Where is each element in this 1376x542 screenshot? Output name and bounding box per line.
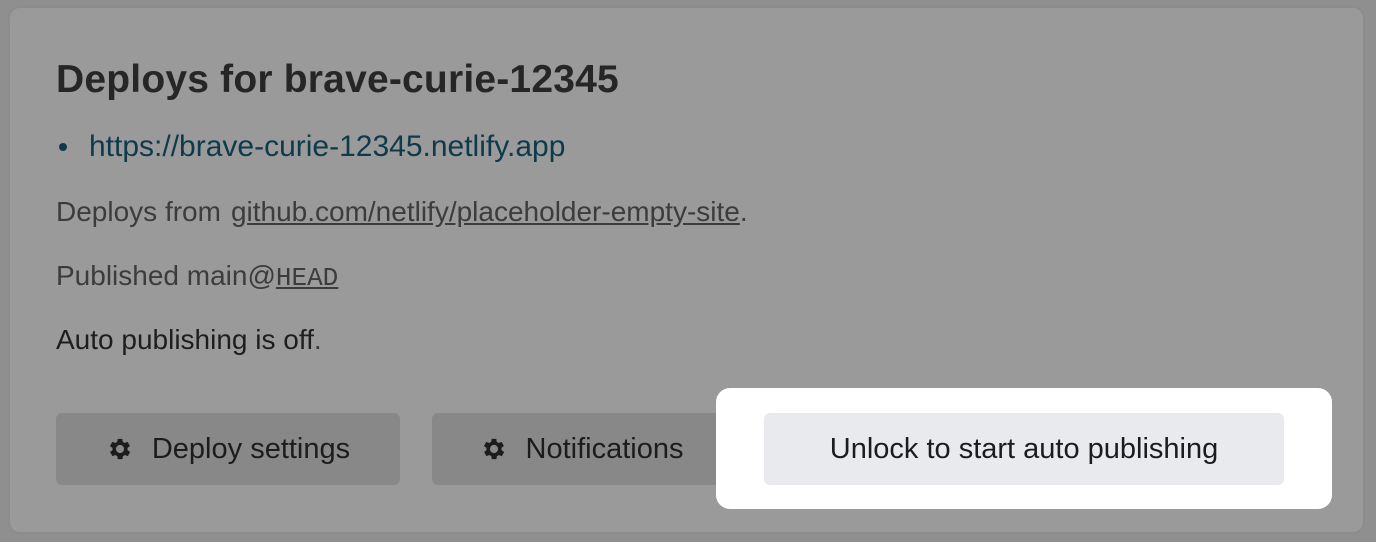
gear-icon — [109, 438, 131, 460]
page-title: Deploys for brave-curie-12345 — [56, 58, 619, 101]
site-url-link[interactable]: https://brave-curie-12345.netlify.app — [89, 130, 565, 164]
repo-suffix: . — [739, 196, 748, 227]
notifications-button[interactable]: Notifications — [432, 413, 731, 485]
deploy-settings-label: Deploy settings — [151, 432, 351, 465]
unlock-auto-publishing-button[interactable]: Unlock to start auto publishing — [764, 413, 1284, 485]
deploys-from-label: Deploys from — [56, 196, 221, 227]
list-item: https://brave-curie-12345.netlify.app — [56, 130, 565, 164]
site-url-list: https://brave-curie-12345.netlify.app — [56, 130, 565, 164]
deploy-settings-button[interactable]: Deploy settings — [56, 413, 400, 485]
auto-publishing-suffix: . — [313, 324, 322, 355]
published-text: Published main@HEAD — [56, 260, 338, 293]
notifications-label: Notifications — [525, 432, 684, 465]
deploys-from-text: Deploys from github.com/netlify/placehold… — [56, 196, 748, 228]
gear-icon — [483, 438, 504, 460]
repo-link[interactable]: github.com/netlify/placeholder-empty-sit… — [231, 196, 740, 227]
published-label: Published main@ — [56, 260, 276, 291]
auto-publishing-status: Auto publishing is off. — [56, 324, 322, 356]
published-ref-link[interactable]: HEAD — [276, 263, 338, 293]
auto-publishing-text: Auto publishing is off — [56, 324, 314, 355]
bullet-icon — [59, 143, 67, 151]
